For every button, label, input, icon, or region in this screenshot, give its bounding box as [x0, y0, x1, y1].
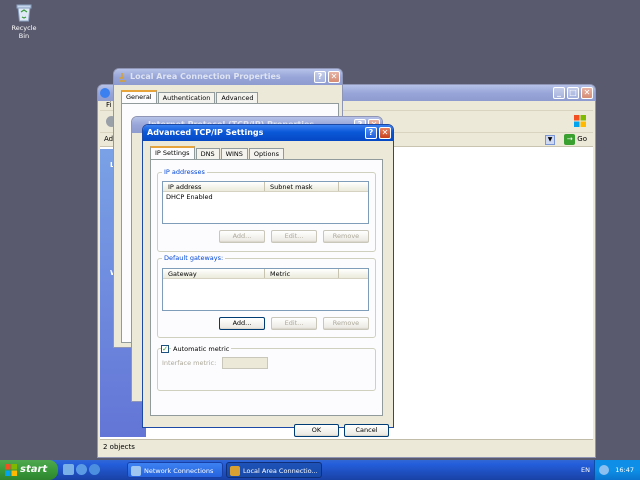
connection-icon	[230, 466, 240, 476]
status-text: 2 objects	[103, 443, 135, 451]
default-gateways-group: Default gateways: Gateway Metric Add... …	[157, 254, 376, 338]
media-player-icon[interactable]	[89, 464, 100, 475]
close-icon[interactable]: ✕	[328, 71, 340, 83]
explorer-statusbar: 2 objects	[100, 439, 593, 455]
taskbar-button-network-connections[interactable]: Network Connections	[127, 462, 223, 478]
start-button[interactable]: start	[0, 460, 58, 480]
go-arrow-icon: →	[564, 134, 576, 145]
interface-metric-field[interactable]	[222, 357, 268, 369]
ok-button[interactable]: OK	[294, 424, 339, 437]
gateway-list-header: Gateway Metric	[163, 269, 368, 279]
system-tray: 16:47	[594, 460, 640, 480]
gateway-remove-button[interactable]: Remove	[323, 317, 369, 330]
task-label: Local Area Connectio...	[243, 467, 318, 475]
tab-general[interactable]: General	[121, 90, 157, 103]
tab-authentication[interactable]: Authentication	[157, 92, 216, 103]
ip-settings-panel: IP addresses IP address Subnet mask DHCP…	[150, 159, 383, 416]
gateway-edit-button[interactable]: Edit...	[271, 317, 317, 330]
ip-address-list[interactable]: IP address Subnet mask DHCP Enabled	[162, 181, 369, 224]
taskbar-button-local-area-connection[interactable]: Local Area Connectio...	[226, 462, 322, 478]
advanced-tcpip-settings-dialog[interactable]: Advanced TCP/IP Settings ? ✕ IP Settings…	[142, 124, 394, 437]
advanced-titlebar[interactable]: Advanced TCP/IP Settings ? ✕	[143, 125, 393, 141]
interface-metric-label: Interface metric:	[162, 359, 217, 367]
gateway-list[interactable]: Gateway Metric	[162, 268, 369, 311]
advanced-tabs: IP Settings DNS WINS Options	[150, 146, 285, 159]
automatic-metric-label: Automatic metric	[171, 345, 232, 354]
close-icon[interactable]: ✕	[379, 127, 391, 139]
menu-file[interactable]: Fi	[100, 101, 111, 109]
advanced-title: Advanced TCP/IP Settings	[147, 128, 264, 137]
ip-add-button[interactable]: Add...	[219, 230, 265, 243]
task-label: Network Connections	[144, 467, 214, 475]
cancel-button[interactable]: Cancel	[344, 424, 389, 437]
column-gateway[interactable]: Gateway	[163, 269, 265, 278]
gateway-add-button[interactable]: Add...	[219, 317, 265, 330]
column-ip-address[interactable]: IP address	[163, 182, 265, 191]
recycle-bin-desktop-icon[interactable]: Recycle Bin	[6, 2, 42, 40]
tab-options[interactable]: Options	[248, 148, 285, 159]
lacp-title: Local Area Connection Properties	[130, 72, 281, 81]
tab-advanced[interactable]: Advanced	[216, 92, 259, 103]
ip-remove-button[interactable]: Remove	[323, 230, 369, 243]
close-icon[interactable]: ✕	[581, 87, 593, 99]
ip-addresses-title: IP addresses	[162, 168, 207, 177]
network-connections-icon	[131, 466, 141, 476]
start-label: start	[20, 464, 48, 475]
internet-explorer-icon[interactable]	[76, 464, 87, 475]
list-item[interactable]: DHCP Enabled	[163, 192, 368, 202]
taskbar: start Network Connections Local Area Con…	[0, 460, 640, 480]
tab-wins[interactable]: WINS	[220, 148, 248, 159]
go-button[interactable]: → Go	[564, 134, 587, 145]
lacp-titlebar[interactable]: Local Area Connection Properties ? ✕	[114, 69, 342, 85]
ip-edit-button[interactable]: Edit...	[271, 230, 317, 243]
windows-logo-icon	[574, 115, 586, 127]
automatic-metric-group: ✓ Automatic metric Interface metric:	[157, 345, 376, 391]
lacp-tabs: General Authentication Advanced	[121, 90, 259, 103]
tab-dns[interactable]: DNS	[195, 148, 220, 159]
ip-list-header: IP address Subnet mask	[163, 182, 368, 192]
show-desktop-icon[interactable]	[63, 464, 74, 475]
tab-ip-settings[interactable]: IP Settings	[150, 146, 195, 159]
network-tray-icon[interactable]	[599, 465, 609, 475]
column-subnet-mask[interactable]: Subnet mask	[265, 182, 339, 191]
default-gateways-title: Default gateways:	[162, 254, 226, 263]
advanced-body: IP Settings DNS WINS Options IP addresse…	[145, 141, 391, 437]
recycle-bin-label: Recycle Bin	[11, 24, 37, 40]
column-metric[interactable]: Metric	[265, 269, 339, 278]
recycle-bin-icon	[15, 2, 33, 22]
minimize-icon[interactable]: _	[553, 87, 565, 99]
address-dropdown-icon[interactable]: ▼	[545, 135, 555, 145]
help-icon[interactable]: ?	[365, 127, 377, 139]
ip-addresses-group: IP addresses IP address Subnet mask DHCP…	[157, 168, 376, 252]
language-indicator[interactable]: EN	[581, 460, 590, 480]
connection-icon	[117, 72, 127, 82]
maximize-icon[interactable]: □	[567, 87, 579, 99]
automatic-metric-checkbox[interactable]: ✓	[161, 345, 169, 353]
network-icon	[100, 88, 110, 98]
help-icon[interactable]: ?	[314, 71, 326, 83]
windows-flag-icon	[5, 464, 17, 476]
clock[interactable]: 16:47	[615, 466, 634, 474]
